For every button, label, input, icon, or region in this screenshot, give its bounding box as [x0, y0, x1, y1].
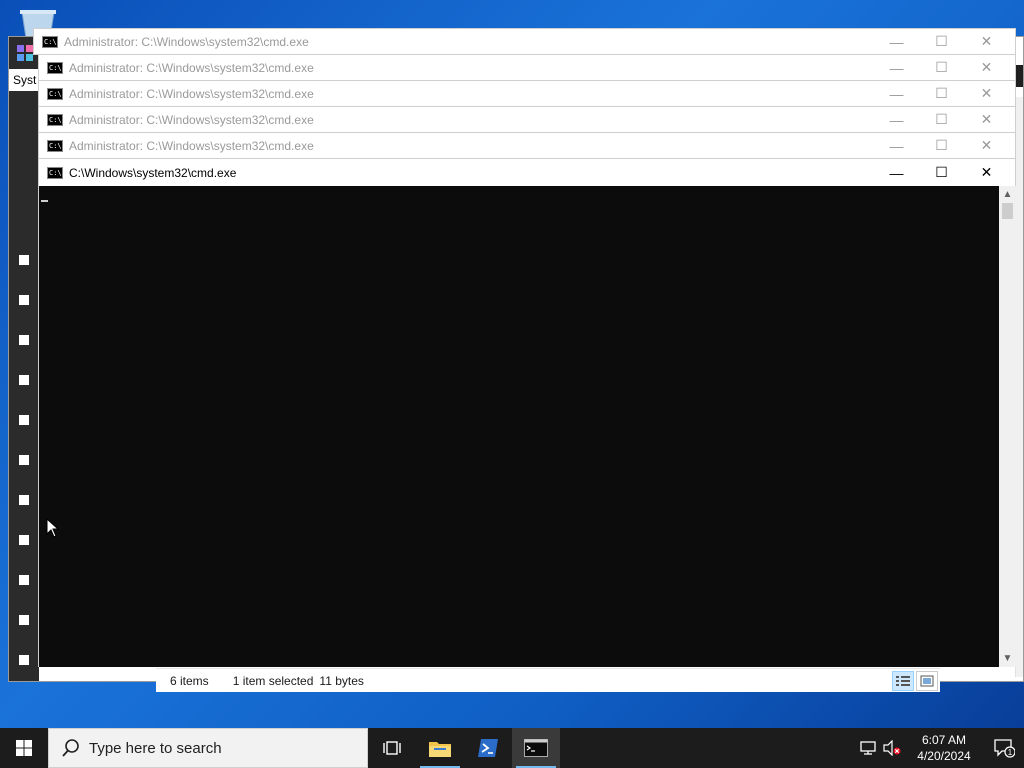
console-scrollbar[interactable]: ▲ ▼ — [999, 186, 1016, 667]
action-center-button[interactable]: 1 — [984, 728, 1024, 768]
taskbar-clock[interactable]: 6:07 AM 4/20/2024 — [904, 732, 984, 764]
close-button[interactable]: ✕ — [964, 160, 1009, 186]
folder-icon — [429, 742, 451, 757]
large-icons-view-icon — [920, 675, 934, 687]
text-cursor — [41, 200, 48, 202]
notification-count: 1 — [1008, 748, 1013, 757]
cmd-window-titlebar[interactable]: C:\ Administrator: C:\Windows\system32\c… — [38, 54, 1016, 81]
item-checkbox[interactable] — [19, 255, 29, 265]
cmd-window-titlebar[interactable]: C:\ Administrator: C:\Windows\system32\c… — [33, 28, 1016, 55]
taskbar: Type here to search 6:07 AM 4/20/2024 1 — [0, 728, 1024, 768]
close-button[interactable]: ✕ — [964, 133, 1009, 159]
volume-muted-icon[interactable] — [880, 728, 904, 768]
clock-date: 4/20/2024 — [917, 749, 971, 763]
maximize-button[interactable]: ☐ — [919, 81, 964, 107]
cmd-icon: C:\ — [47, 139, 63, 152]
minimize-button[interactable]: — — [874, 55, 919, 81]
file-explorer-taskbar-button[interactable] — [416, 728, 464, 768]
cmd-icon — [524, 739, 548, 757]
details-view-icon — [896, 676, 910, 686]
window-title: C:\Windows\system32\cmd.exe — [69, 165, 237, 180]
scroll-up-arrow[interactable]: ▲ — [999, 186, 1016, 203]
cmd-icon: C:\ — [47, 113, 63, 126]
status-selection: 1 item selected — [232, 673, 314, 688]
clock-time: 6:07 AM — [921, 733, 967, 747]
details-view-button[interactable] — [892, 671, 914, 691]
window-title: Administrator: C:\Windows\system32\cmd.e… — [69, 112, 314, 127]
close-button[interactable]: ✕ — [964, 107, 1009, 133]
window-title: Administrator: C:\Windows\system32\cmd.e… — [69, 60, 314, 75]
maximize-button[interactable]: ☐ — [919, 107, 964, 133]
console-output-area[interactable]: ▲ ▼ — [38, 186, 1016, 667]
item-checkbox[interactable] — [19, 415, 29, 425]
explorer-tab[interactable]: Syst — [9, 69, 39, 91]
close-button[interactable]: ✕ — [964, 55, 1009, 81]
explorer-ribbon-edge — [1015, 65, 1023, 87]
maximize-button[interactable]: ☐ — [919, 55, 964, 81]
cmd-icon: C:\ — [47, 166, 63, 179]
network-icon[interactable] — [856, 728, 880, 768]
search-placeholder: Type here to search — [89, 739, 222, 757]
close-button[interactable]: ✕ — [964, 29, 1009, 55]
cmd-taskbar-button[interactable] — [512, 728, 560, 768]
window-title: Administrator: C:\Windows\system32\cmd.e… — [69, 86, 314, 101]
mouse-pointer-icon — [46, 517, 60, 538]
explorer-status-bar: 6 items 1 item selected 11 bytes — [156, 668, 940, 692]
item-checkbox[interactable] — [19, 295, 29, 305]
powershell-icon — [478, 739, 498, 757]
close-button[interactable]: ✕ — [964, 81, 1009, 107]
item-checkbox[interactable] — [19, 575, 29, 585]
task-view-button[interactable] — [368, 728, 416, 768]
cmd-icon: C:\ — [42, 35, 58, 48]
explorer-scrollbar[interactable] — [1015, 97, 1023, 677]
item-checkbox[interactable] — [19, 535, 29, 545]
powershell-taskbar-button[interactable] — [464, 728, 512, 768]
scrollbar-thumb[interactable] — [1002, 203, 1013, 219]
windows-logo-icon — [16, 740, 32, 756]
minimize-button[interactable]: — — [874, 81, 919, 107]
item-checkbox[interactable] — [19, 335, 29, 345]
system-tray: 6:07 AM 4/20/2024 1 — [856, 728, 1024, 768]
task-view-icon — [383, 741, 401, 755]
item-checkbox[interactable] — [19, 375, 29, 385]
search-icon — [62, 739, 79, 757]
notification-icon: 1 — [994, 739, 1015, 758]
window-title: Administrator: C:\Windows\system32\cmd.e… — [69, 138, 314, 153]
cmd-window-titlebar[interactable]: C:\ Administrator: C:\Windows\system32\c… — [38, 132, 1016, 159]
maximize-button[interactable]: ☐ — [919, 29, 964, 55]
scroll-down-arrow[interactable]: ▼ — [999, 650, 1016, 667]
cmd-icon: C:\ — [47, 87, 63, 100]
status-size: 11 bytes — [319, 673, 364, 688]
minimize-button[interactable]: — — [874, 133, 919, 159]
item-checkbox[interactable] — [19, 455, 29, 465]
status-item-count: 6 items — [170, 673, 209, 688]
item-checkbox[interactable] — [19, 655, 29, 665]
maximize-button[interactable]: ☐ — [919, 133, 964, 159]
cmd-window-titlebar[interactable]: C:\ Administrator: C:\Windows\system32\c… — [38, 80, 1016, 107]
minimize-button[interactable]: — — [874, 160, 919, 186]
minimize-button[interactable]: — — [874, 107, 919, 133]
start-button[interactable] — [0, 728, 48, 768]
item-checkbox[interactable] — [19, 495, 29, 505]
window-title: Administrator: C:\Windows\system32\cmd.e… — [64, 34, 309, 49]
active-cmd-titlebar[interactable]: C:\ C:\Windows\system32\cmd.exe — ☐ ✕ — [38, 158, 1016, 187]
taskbar-search-box[interactable]: Type here to search — [48, 728, 368, 768]
cmd-icon: C:\ — [47, 61, 63, 74]
maximize-button[interactable]: ☐ — [919, 160, 964, 186]
minimize-button[interactable]: — — [874, 29, 919, 55]
explorer-app-icon — [17, 45, 33, 61]
cmd-window-titlebar[interactable]: C:\ Administrator: C:\Windows\system32\c… — [38, 106, 1016, 133]
item-checkbox[interactable] — [19, 615, 29, 625]
large-icons-view-button[interactable] — [916, 671, 938, 691]
